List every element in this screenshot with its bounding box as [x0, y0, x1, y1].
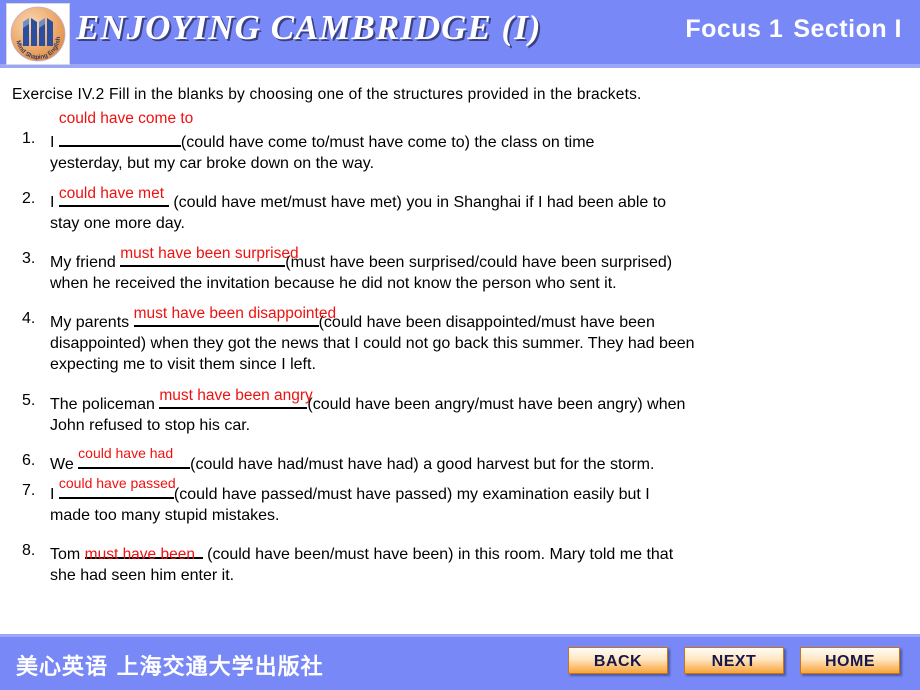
student-answer: could have come to: [58, 110, 194, 127]
question-item: 8. Tom must have been (could have been/m…: [22, 540, 908, 586]
answer-blank[interactable]: could have come to: [58, 110, 193, 147]
navigation-buttons: BACK NEXT HOME: [568, 647, 900, 674]
logo-icon: Mind Shaping English: [10, 6, 66, 62]
answer-blank[interactable]: must have been surprised: [120, 245, 299, 267]
question-continuation: disappointed) when they got the news tha…: [50, 335, 695, 352]
course-title: ENJOYING CAMBRIDGE (I): [76, 8, 542, 47]
question-text-after: (could have been angry/must have been an…: [307, 396, 686, 413]
student-answer: must have been: [84, 546, 195, 563]
question-continuation: John refused to stop his car.: [50, 417, 251, 434]
question-item: 5. The policeman must have been angry (co…: [22, 387, 908, 436]
mind-shaping-english-logo: Mind Shaping English: [6, 3, 70, 65]
student-answer: must have been angry: [159, 387, 313, 404]
question-text-after: (could have had/must have had) a good ha…: [190, 456, 655, 473]
question-item: 2. I could have met (could have met/must…: [22, 185, 908, 234]
question-text-after: (could have passed/must have passed) my …: [173, 486, 650, 503]
page-footer: 美心英语 上海交通大学出版社 BACK NEXT HOME: [0, 634, 920, 690]
question-continuation: stay one more day.: [50, 215, 185, 232]
question-item: 7. I could have passed (could have passed…: [22, 475, 908, 526]
answer-blank[interactable]: must have been: [84, 540, 203, 563]
question-text-after: (could have come to/must have come to) t…: [180, 134, 595, 151]
question-number: 1.: [22, 130, 36, 147]
question-text-after: (could have been/must have been) in this…: [202, 546, 674, 563]
question-item: 1. I could have come to (could have come …: [22, 110, 908, 174]
question-number: 5.: [22, 392, 36, 409]
student-answer: could have passed: [58, 475, 176, 491]
student-answer: could have met: [58, 185, 165, 202]
question-continuation: yesterday, but my car broke down on the …: [50, 155, 375, 172]
question-text-before: The policeman: [50, 396, 160, 413]
question-number: 6.: [22, 452, 36, 469]
section-label: Section I: [793, 15, 902, 43]
question-text-after: (could have been disappointed/must have …: [318, 314, 655, 331]
question-item: 4. My parents must have been disappointe…: [22, 305, 908, 375]
student-answer: could have had: [78, 445, 174, 461]
question-item: 3. My friend must have been surprised (mu…: [22, 245, 908, 294]
answer-blank[interactable]: could have had: [78, 445, 191, 469]
question-item: 6. We could have had (could have had/must…: [22, 445, 908, 475]
question-text-before: We: [50, 456, 79, 473]
focus-label: Focus 1: [685, 15, 784, 43]
back-button[interactable]: BACK: [568, 647, 668, 674]
answer-blank[interactable]: could have met: [58, 185, 169, 207]
question-continuation: she had seen him enter it.: [50, 567, 235, 584]
question-text-before: I: [50, 134, 59, 151]
question-text-before: I: [50, 194, 59, 211]
question-number: 7.: [22, 482, 36, 499]
question-number: 8.: [22, 542, 36, 559]
question-text-after: (could have met/must have met) you in Sh…: [168, 194, 667, 211]
question-text-before: I: [50, 486, 59, 503]
question-text-before: My parents: [50, 314, 134, 331]
question-continuation: made too many stupid mistakes.: [50, 507, 280, 524]
answer-blank[interactable]: must have been disappointed: [133, 305, 336, 327]
answer-blank[interactable]: must have been angry: [159, 387, 313, 409]
page-header: Mind Shaping English ENJOYING CAMBRIDGE …: [0, 0, 920, 68]
question-text-before: My friend: [50, 254, 121, 271]
student-answer: must have been surprised: [120, 245, 299, 262]
question-continuation-2: expecting me to visit them since I left.: [50, 356, 316, 373]
question-text-before: Tom: [50, 546, 85, 563]
answer-blank[interactable]: could have passed: [58, 475, 176, 499]
home-button[interactable]: HOME: [800, 647, 900, 674]
student-answer: must have been disappointed: [133, 305, 337, 322]
question-number: 2.: [22, 190, 36, 207]
focus-section-label: Focus 1 Section I: [685, 15, 902, 44]
question-number: 3.: [22, 250, 36, 267]
question-number: 4.: [22, 310, 36, 327]
publisher-label: 美心英语 上海交通大学出版社: [16, 654, 324, 680]
next-button[interactable]: NEXT: [684, 647, 784, 674]
exercise-instruction: Exercise IV.2 Fill in the blanks by choo…: [12, 86, 642, 103]
question-text-after: (must have been surprised/could have bee…: [285, 254, 673, 271]
question-continuation: when he received the invitation because …: [50, 275, 617, 292]
slide-content: Exercise IV.2 Fill in the blanks by choo…: [0, 72, 920, 630]
